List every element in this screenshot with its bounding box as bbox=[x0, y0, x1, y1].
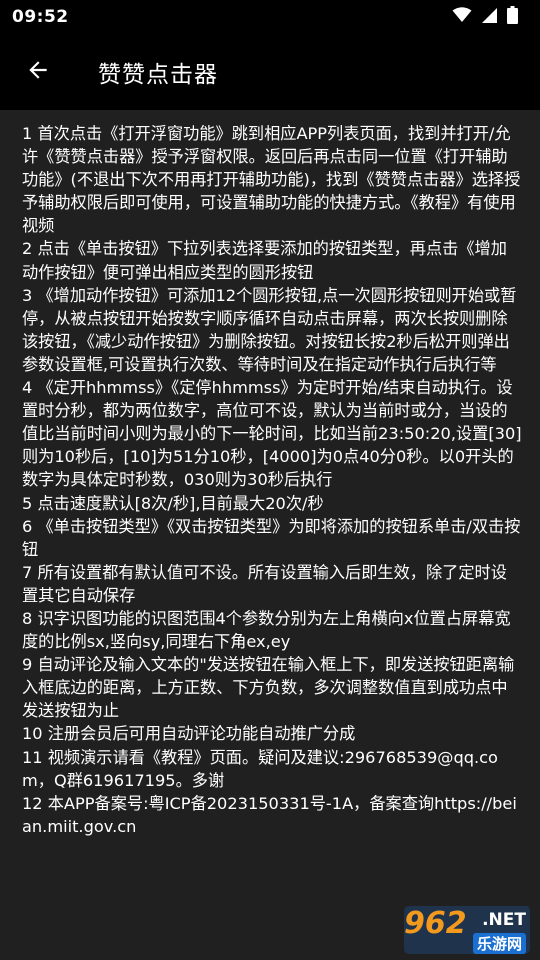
page-title: 赞赞点击器 bbox=[98, 62, 218, 88]
instructions-text: 1 首次点击《打开浮窗功能》跳到相应APP列表页面，找到并打开/允许《赞赞点击器… bbox=[22, 122, 522, 838]
instruction-11: 11 视频演示请看《教程》页面。疑问及建议:296768539@qq.com，Q… bbox=[22, 747, 498, 790]
status-bar: 09:52 bbox=[0, 0, 540, 34]
instruction-10: 10 注册会员后可用自动评论功能自动推广分成 bbox=[22, 724, 356, 744]
status-icons bbox=[452, 6, 518, 28]
watermark-site: 乐游网 bbox=[472, 933, 526, 954]
instruction-5: 5 点击速度默认[8次/秒],目前最大20次/秒 bbox=[22, 493, 324, 513]
instruction-1: 1 首次点击《打开浮窗功能》跳到相应APP列表页面，找到并打开/允许《赞赞点击器… bbox=[22, 124, 521, 236]
watermark-logo: 962 .NET 乐游网 bbox=[400, 904, 532, 956]
signal-icon bbox=[481, 7, 498, 28]
instruction-9: 9 自动评论及输入文本的"发送按钮在输入框上下，即发送按钮距离输入框底边的距离，… bbox=[22, 655, 515, 721]
status-time: 09:52 bbox=[12, 7, 69, 27]
arrow-left-icon bbox=[25, 57, 51, 87]
instruction-3: 3 《增加动作按钮》可添加12个圆形按钮,点一次圆形按钮则开始或暂停，从被点按钮… bbox=[22, 285, 517, 374]
instruction-7: 7 所有设置都有默认值可不设。所有设置输入后即生效，除了定时设置其它自动保存 bbox=[22, 562, 507, 605]
instruction-2: 2 点击《单击按钮》下拉列表选择要添加的按钮类型，再点击《增加动作按钮》便可弹出… bbox=[22, 239, 507, 282]
instruction-8: 8 识字识图功能的识图范围4个参数分别为左上角横向x位置占屏幕宽度的比例sx,竖… bbox=[22, 608, 511, 652]
watermark-suffix: .NET bbox=[482, 910, 526, 930]
app-bar: 赞赞点击器 bbox=[0, 34, 540, 110]
battery-icon bbox=[507, 6, 518, 28]
instruction-4: 4 《定开hhmmss》《定停hhmmss》为定时开始/结束自动执行。设置时分秒… bbox=[22, 378, 522, 490]
instruction-12: 12 本APP备案号:粤ICP备2023150331号-1A，备案查询https… bbox=[22, 793, 517, 836]
instruction-6: 6 《单击按钮类型》《双击按钮类型》为即将添加的按钮系单击/双击按钮 bbox=[22, 516, 521, 559]
back-button[interactable] bbox=[18, 52, 58, 92]
wifi-icon bbox=[452, 7, 472, 27]
